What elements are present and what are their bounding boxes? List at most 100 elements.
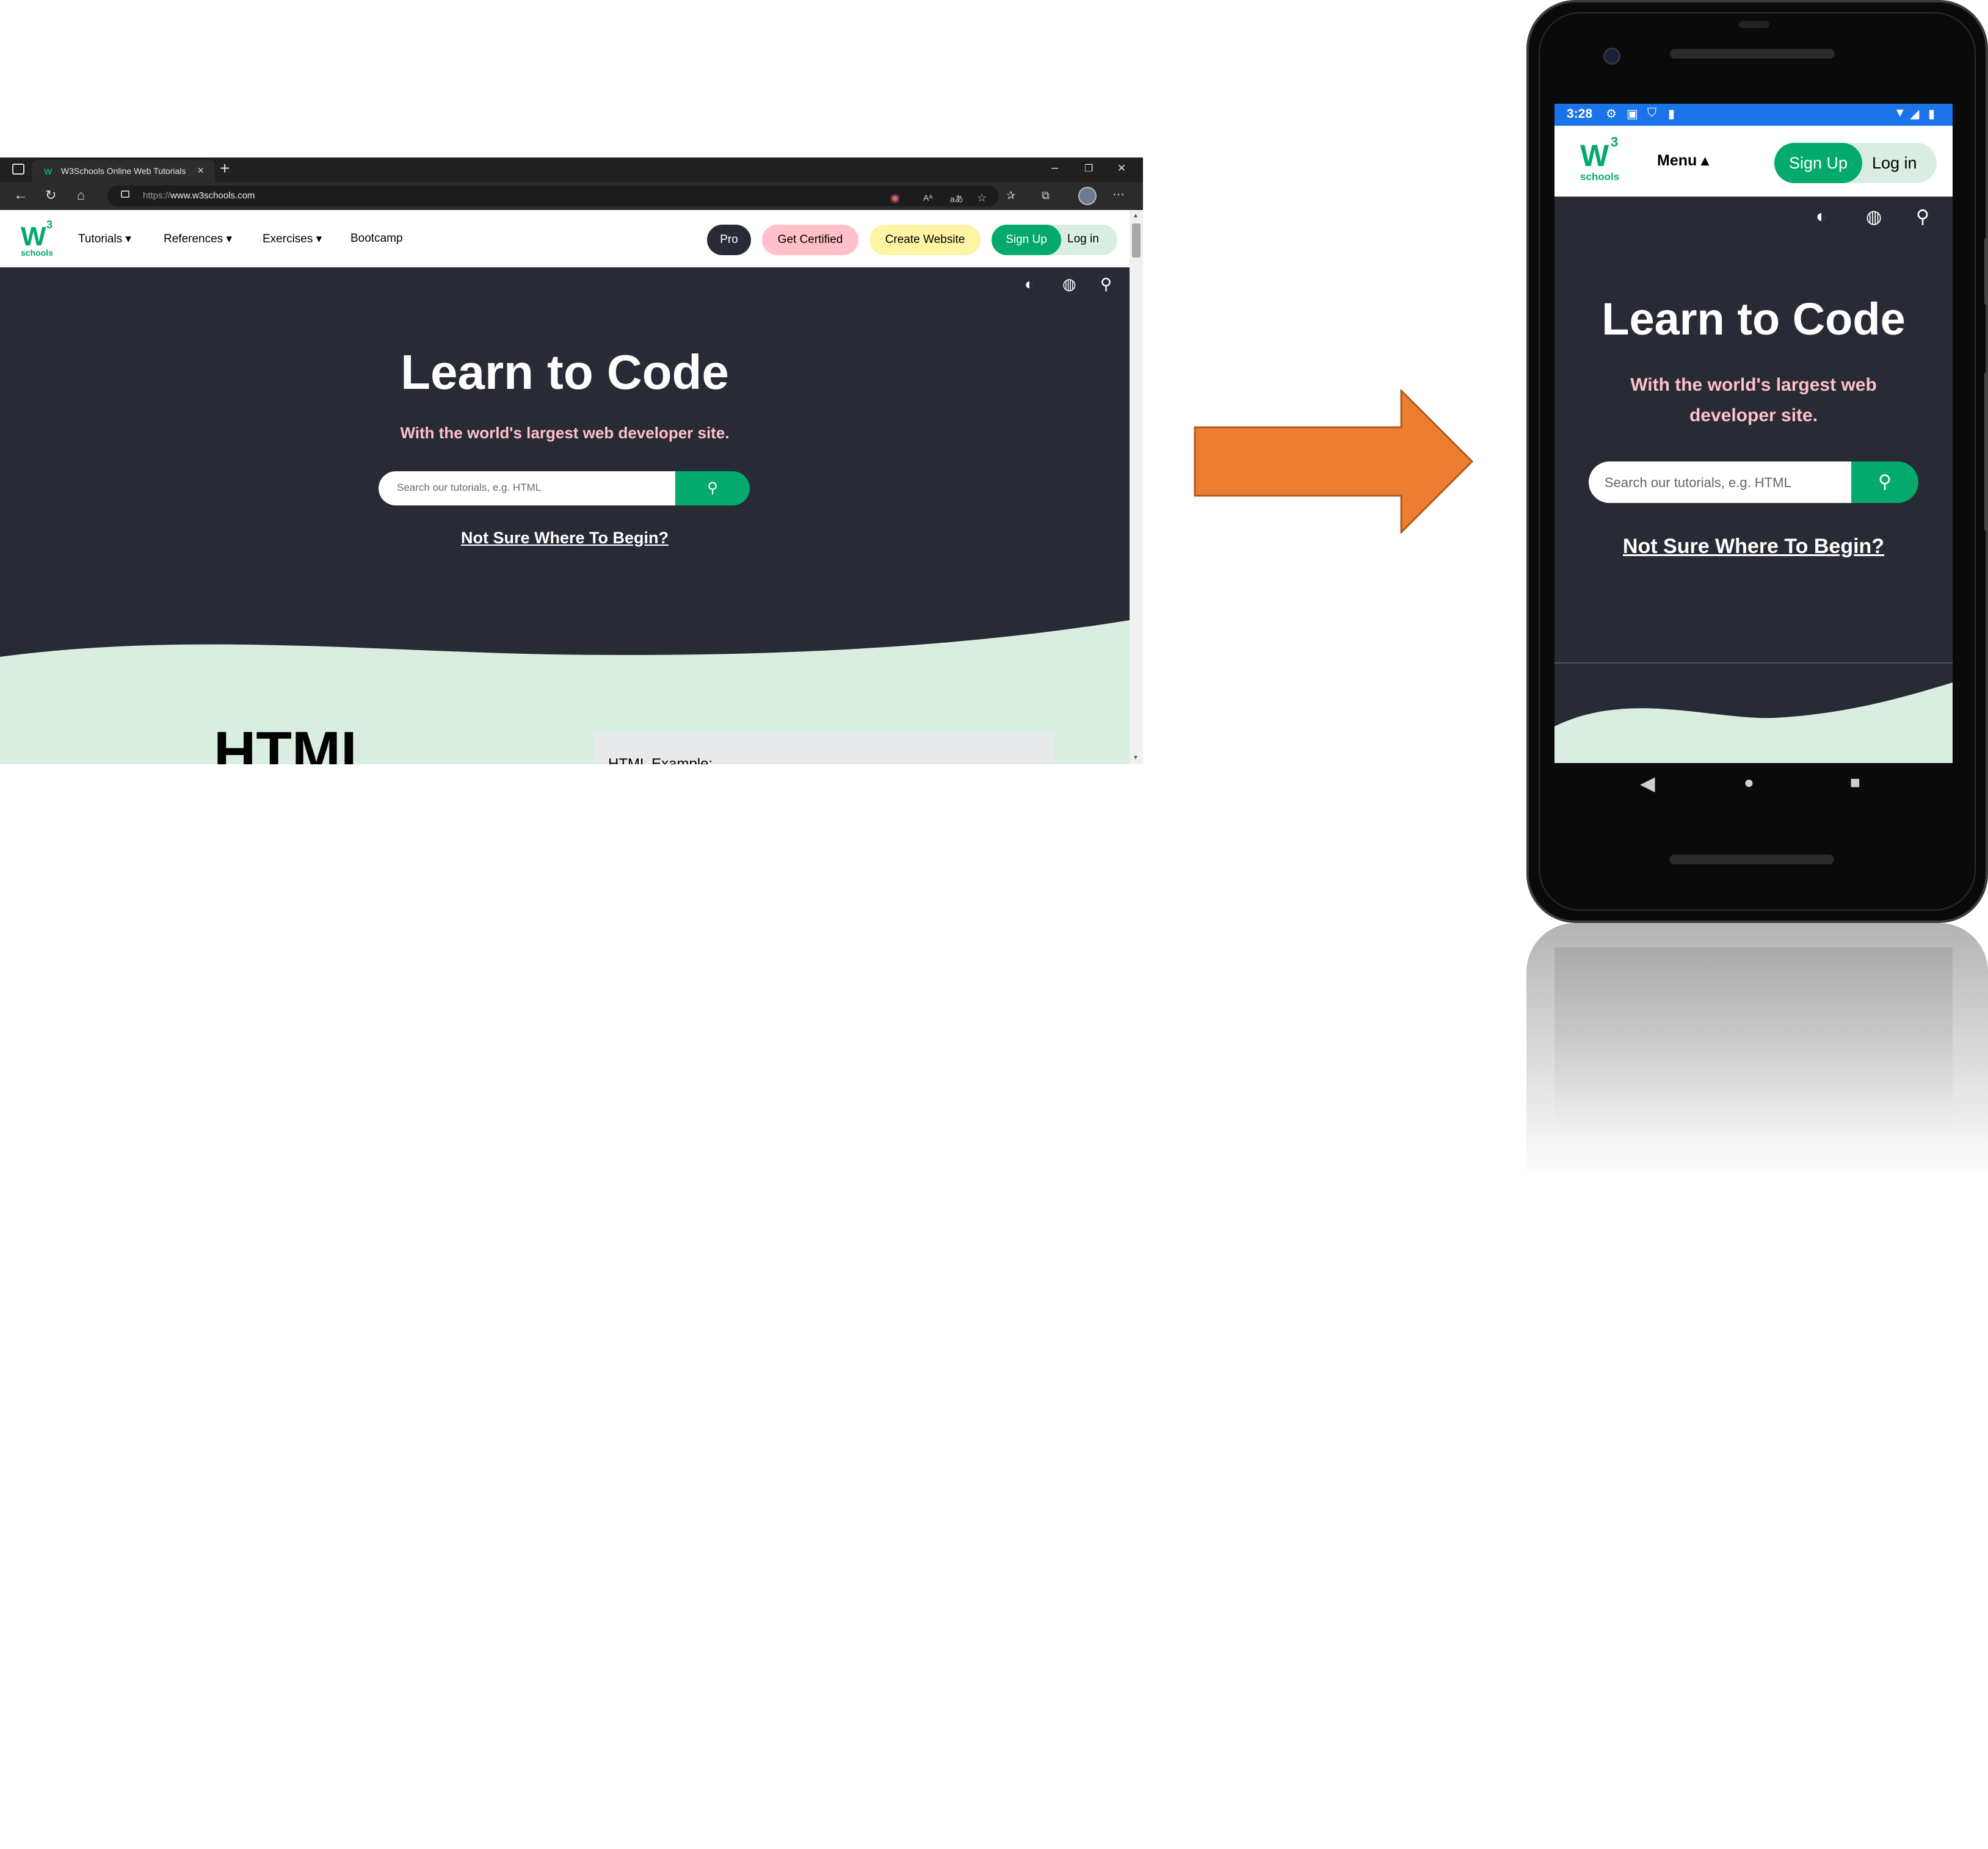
search-icon[interactable]: ⚲ bbox=[1100, 275, 1112, 294]
volume-button bbox=[1984, 238, 1988, 305]
sd-card-status-icon: ▮ bbox=[1668, 107, 1675, 121]
site-navbar: W 3 schools Tutorials ▾ References ▾ Exe… bbox=[0, 210, 1130, 267]
more-icon[interactable]: ⋯ bbox=[1112, 187, 1125, 202]
minimize-icon[interactable]: – bbox=[1051, 161, 1058, 175]
nav-exercises[interactable]: Exercises ▾ bbox=[263, 232, 322, 246]
globe-icon[interactable]: ◍ bbox=[1866, 206, 1882, 228]
hero-section: ◐ ◍ ⚲ Learn to Code With the world's lar… bbox=[0, 267, 1130, 764]
home-softkey-icon[interactable]: ● bbox=[1744, 773, 1754, 792]
status-time: 3:28 bbox=[1567, 107, 1593, 121]
notification-status-icon: ▣ bbox=[1627, 107, 1638, 121]
hero-subtitle: With the world's largest web developer s… bbox=[400, 424, 730, 442]
phone-bottom-speaker bbox=[1669, 855, 1834, 864]
hero-wave bbox=[1554, 682, 1953, 763]
tracking-prevention-icon[interactable]: ◉ bbox=[890, 192, 900, 204]
sign-up-button[interactable]: Sign Up bbox=[992, 225, 1061, 255]
shield-status-icon: ⛉ bbox=[1647, 106, 1656, 120]
logo-text: schools bbox=[21, 248, 53, 258]
logo-text: schools bbox=[1580, 171, 1620, 183]
wifi-status-icon: ▼ bbox=[1894, 106, 1906, 120]
favorite-star-icon[interactable]: ☆ bbox=[977, 192, 987, 204]
phone-screen: 3:28 ⚙ ▣ ⛉ ▮ ▼ ◢ ▮ W 3 schools Menu ▴ Si… bbox=[1554, 104, 1953, 763]
w3schools-logo-icon[interactable]: W bbox=[21, 223, 46, 250]
not-sure-link[interactable]: Not Sure Where To Begin? bbox=[1554, 535, 1953, 559]
home-icon[interactable]: ⌂ bbox=[77, 187, 85, 203]
search-icon[interactable]: ⚲ bbox=[1916, 206, 1929, 228]
menu-button[interactable]: Menu ▴ bbox=[1657, 151, 1709, 170]
back-icon[interactable]: ← bbox=[13, 187, 28, 204]
restore-icon[interactable]: ❐ bbox=[1084, 162, 1093, 175]
scroll-up-icon[interactable]: ▲ bbox=[1133, 212, 1139, 219]
transition-arrow-icon bbox=[1194, 389, 1474, 534]
new-tab-icon[interactable]: + bbox=[220, 159, 230, 178]
hero-subtitle: With the world's largest web developer s… bbox=[1630, 375, 1877, 425]
translate-icon[interactable]: aあ bbox=[950, 193, 963, 205]
phone-status-bar: 3:28 ⚙ ▣ ⛉ ▮ ▼ ◢ ▮ bbox=[1554, 104, 1953, 126]
window-close-icon[interactable]: ✕ bbox=[1117, 162, 1126, 175]
pro-button[interactable]: Pro bbox=[707, 225, 751, 255]
globe-icon[interactable]: ◍ bbox=[1062, 275, 1076, 294]
contrast-icon[interactable]: ◐ bbox=[1816, 206, 1827, 227]
search-button-icon: ⚲ bbox=[1878, 472, 1892, 492]
lock-icon bbox=[121, 190, 129, 198]
back-softkey-icon[interactable]: ◀ bbox=[1640, 772, 1655, 795]
contrast-icon[interactable]: ◐ bbox=[1025, 275, 1034, 294]
scrollbar-thumb[interactable] bbox=[1132, 223, 1141, 258]
get-certified-button[interactable]: Get Certified bbox=[762, 225, 858, 255]
log-in-button[interactable]: Log in bbox=[1067, 233, 1099, 246]
w3schools-logo-icon[interactable]: W bbox=[1580, 140, 1609, 171]
tab-close-icon[interactable]: × bbox=[197, 164, 204, 177]
tab-bar: W W3Schools Online Web Tutorials × + – ❐… bbox=[0, 157, 1143, 182]
log-in-button[interactable]: Log in bbox=[1872, 154, 1917, 173]
logo-superscript: 3 bbox=[1611, 134, 1619, 150]
search-bar: Search our tutorials, e.g. HTML ⚲ bbox=[379, 471, 750, 505]
refresh-icon[interactable]: ↻ bbox=[45, 187, 56, 203]
hero-title: Learn to Code bbox=[1602, 294, 1906, 344]
hero-title: Learn to Code bbox=[401, 345, 729, 399]
read-aloud-icon[interactable]: Aᴬ bbox=[923, 193, 933, 203]
phone-reflection bbox=[1526, 923, 1988, 1179]
address-bar: ← ↻ ⌂ https://www.w3schools.com ◉ Aᴬ aあ … bbox=[0, 182, 1143, 210]
sign-up-button[interactable]: Sign Up bbox=[1774, 143, 1862, 183]
tab-title: W3Schools Online Web Tutorials bbox=[61, 166, 186, 176]
search-button[interactable]: ⚲ bbox=[1851, 461, 1918, 503]
search-button-icon: ⚲ bbox=[707, 480, 718, 496]
html-example-card: HTML Example: bbox=[595, 733, 1054, 764]
phone-speaker bbox=[1670, 49, 1835, 59]
profile-avatar[interactable] bbox=[1078, 187, 1097, 205]
search-input[interactable]: Search our tutorials, e.g. HTML bbox=[379, 471, 675, 505]
search-input[interactable]: Search our tutorials, e.g. HTML bbox=[1589, 461, 1851, 503]
phone-earpiece bbox=[1739, 21, 1769, 28]
html-section-heading: HTML bbox=[214, 720, 377, 764]
html-example-title: HTML Example: bbox=[608, 756, 713, 764]
page-scrollbar[interactable]: ▲ ▼ bbox=[1130, 210, 1143, 764]
battery-status-icon: ▮ bbox=[1928, 107, 1935, 121]
favorites-icon[interactable]: ✰ bbox=[1006, 189, 1015, 202]
section-divider bbox=[1554, 662, 1953, 664]
mobile-navbar: W 3 schools Menu ▴ Sign Up Log in bbox=[1554, 126, 1953, 197]
auth-pill: Sign Up Log in bbox=[992, 225, 1117, 255]
desktop-browser-window: W W3Schools Online Web Tutorials × + – ❐… bbox=[0, 157, 1143, 764]
browser-tab[interactable]: W W3Schools Online Web Tutorials × bbox=[32, 160, 215, 182]
create-website-button[interactable]: Create Website bbox=[869, 225, 981, 255]
auth-pill: Sign Up Log in bbox=[1774, 143, 1937, 183]
w3schools-favicon-icon: W bbox=[44, 167, 53, 176]
power-button bbox=[1984, 372, 1988, 531]
logo-superscript: 3 bbox=[46, 219, 53, 231]
recents-softkey-icon[interactable]: ■ bbox=[1850, 773, 1860, 792]
nav-references[interactable]: References ▾ bbox=[164, 232, 232, 246]
android-nav-bar: ◀ ● ■ bbox=[1554, 763, 1953, 806]
tab-actions-icon[interactable] bbox=[12, 164, 24, 175]
search-bar: Search our tutorials, e.g. HTML ⚲ bbox=[1589, 461, 1918, 503]
settings-status-icon: ⚙ bbox=[1606, 107, 1617, 121]
url-field[interactable]: https://www.w3schools.com ◉ Aᴬ aあ ☆ bbox=[107, 186, 999, 206]
scroll-down-icon[interactable]: ▼ bbox=[1133, 754, 1139, 761]
search-button[interactable]: ⚲ bbox=[675, 471, 750, 505]
front-camera-icon bbox=[1603, 48, 1620, 65]
reflection-screen bbox=[1554, 947, 1953, 1131]
collections-icon[interactable]: ⧉ bbox=[1042, 189, 1050, 202]
nav-tutorials[interactable]: Tutorials ▾ bbox=[78, 232, 131, 246]
nav-bootcamp[interactable]: Bootcamp bbox=[350, 232, 403, 245]
url-text: https://www.w3schools.com bbox=[143, 190, 255, 201]
not-sure-link[interactable]: Not Sure Where To Begin? bbox=[0, 529, 1130, 548]
